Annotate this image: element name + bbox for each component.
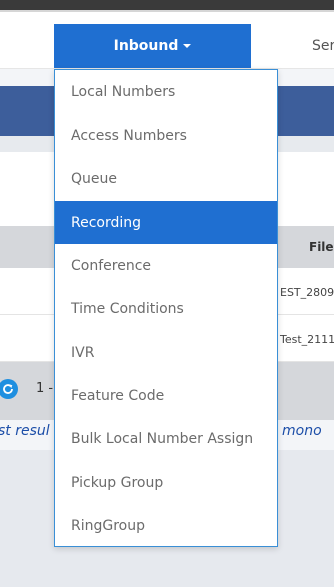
menu-item-label: Bulk Local Number Assign — [71, 430, 254, 447]
menu-item-local-numbers[interactable]: Local Numbers — [55, 70, 277, 113]
inbound-label: Inbound — [113, 38, 179, 54]
menu-item-access-numbers[interactable]: Access Numbers — [55, 114, 277, 157]
menu-item-bulk-local-number-assign[interactable]: Bulk Local Number Assign — [55, 417, 277, 460]
menu-item-label: Pickup Group — [71, 474, 164, 491]
menu-item-feature-code[interactable]: Feature Code — [55, 374, 277, 417]
notice-text-right: mono — [282, 423, 322, 439]
menu-item-time-conditions[interactable]: Time Conditions — [55, 287, 277, 330]
menu-item-ringgroup[interactable]: RingGroup — [55, 504, 277, 547]
inbound-menu-button[interactable]: Inbound — [54, 24, 251, 68]
menu-item-label: RingGroup — [71, 517, 145, 534]
nav-item-next[interactable]: Ser — [312, 38, 334, 54]
menu-item-label: Access Numbers — [71, 127, 187, 144]
menu-item-pickup-group[interactable]: Pickup Group — [55, 461, 277, 504]
menu-item-label: Conference — [71, 257, 152, 274]
column-header-file[interactable]: File — [309, 240, 334, 254]
menu-item-label: Time Conditions — [71, 300, 184, 317]
table-cell-file: EST_2809 — [280, 286, 334, 299]
pagination-range: 1 - — [36, 381, 54, 396]
notice-text-left: st resul — [0, 423, 50, 439]
chevron-down-icon — [183, 44, 192, 48]
table-cell-file: Test_21112 — [280, 333, 334, 346]
menu-item-label: Local Numbers — [71, 83, 176, 100]
menu-item-label: Queue — [71, 170, 117, 187]
inbound-dropdown-menu: Local Numbers Access Numbers Queue Recor… — [54, 69, 278, 547]
menu-item-conference[interactable]: Conference — [55, 244, 277, 287]
menu-item-queue[interactable]: Queue — [55, 157, 277, 200]
menu-item-ivr[interactable]: IVR — [55, 331, 277, 374]
menu-item-recording[interactable]: Recording — [55, 201, 277, 244]
menu-item-label: Recording — [71, 214, 142, 231]
menu-item-label: Feature Code — [71, 387, 165, 404]
browser-top-bar — [0, 0, 334, 10]
menu-item-label: IVR — [71, 344, 95, 361]
